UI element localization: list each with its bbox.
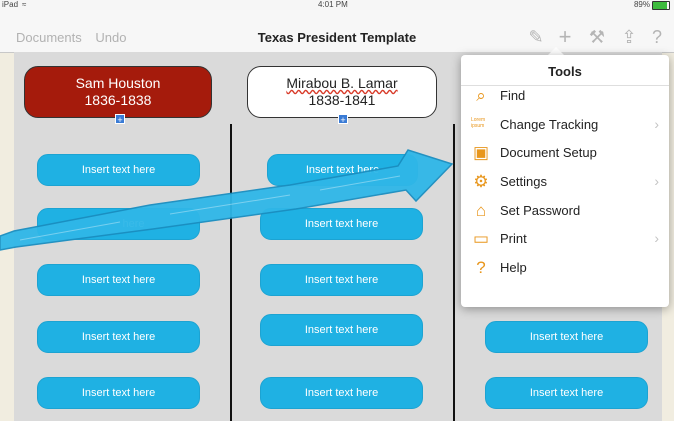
menu-label: Print [500, 231, 527, 246]
menu-item-set-password[interactable]: ⌂ Set Password [461, 196, 669, 225]
popover-title: Tools [548, 64, 582, 79]
gear-icon: ⚙ [473, 172, 489, 191]
menu-label: Help [500, 260, 527, 275]
menu-label: Settings [500, 174, 547, 189]
menu-item-print[interactable]: ▭ Print › [461, 224, 669, 253]
printer-icon: ▭ [472, 229, 490, 248]
search-icon: ⌕ [476, 86, 486, 105]
menu-label: Find [500, 88, 526, 103]
chevron-right-icon: › [654, 116, 659, 132]
ipad-screen: iPad ≈ 4:01 PM 89% Documents Undo Texas … [0, 0, 674, 421]
tools-popover: Tools ⌕ Find Lorem ipsum Change Tracking… [461, 55, 669, 307]
menu-label: Document Setup [500, 145, 597, 160]
lock-icon: ⌂ [475, 201, 487, 220]
menu-item-help[interactable]: ? Help [461, 253, 669, 282]
menu-item-settings[interactable]: ⚙ Settings › [461, 167, 669, 196]
menu-item-document-setup[interactable]: ▣ Document Setup [461, 138, 669, 167]
lorem-ipsum-icon: Lorem ipsum [471, 117, 486, 129]
menu-item-change-tracking[interactable]: Lorem ipsum Change Tracking › [461, 110, 669, 139]
menu-label: Change Tracking [500, 117, 599, 132]
chevron-right-icon: › [654, 173, 659, 189]
menu-item-find[interactable]: ⌕ Find [461, 81, 669, 110]
document-icon: ▣ [472, 143, 490, 162]
chevron-right-icon: › [654, 230, 659, 246]
question-icon: ? [476, 258, 486, 277]
menu-label: Set Password [500, 203, 581, 218]
